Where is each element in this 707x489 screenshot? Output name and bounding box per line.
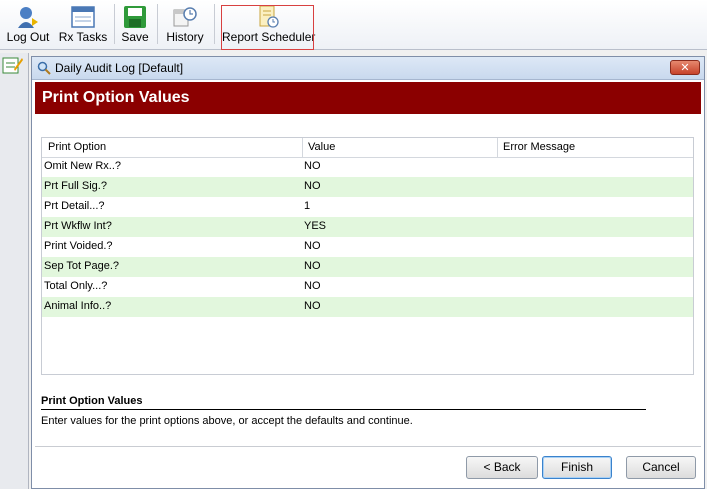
print-option-cell: Print Voided.?	[44, 240, 113, 252]
column-header-error-message[interactable]: Error Message	[503, 141, 575, 153]
print-option-cell: Omit New Rx..?	[44, 160, 122, 172]
description-text: Enter values for the print options above…	[41, 415, 413, 427]
table-row[interactable]: Omit New Rx..? NO	[42, 157, 693, 177]
column-header-value[interactable]: Value	[308, 141, 335, 153]
table-row[interactable]: Total Only...? NO	[42, 277, 693, 297]
column-divider[interactable]	[302, 138, 303, 157]
save-icon	[124, 6, 146, 28]
table-row[interactable]: Prt Wkflw Int? YES	[42, 217, 693, 237]
history-icon	[173, 7, 197, 27]
table-row[interactable]: Print Voided.? NO	[42, 237, 693, 257]
value-cell[interactable]: 1	[304, 200, 310, 212]
dialog-title: Daily Audit Log [Default]	[55, 61, 184, 75]
table-row[interactable]: Animal Info..? NO	[42, 297, 693, 317]
history-label: History	[166, 30, 204, 44]
column-divider[interactable]	[497, 138, 498, 157]
cancel-button[interactable]: Cancel	[626, 456, 696, 479]
daily-audit-log-dialog: Daily Audit Log [Default] ✕ Print Option…	[31, 56, 705, 489]
finish-button[interactable]: Finish	[542, 456, 612, 479]
magnifier-icon	[37, 61, 51, 75]
description-divider	[41, 409, 646, 410]
value-cell[interactable]: NO	[304, 260, 321, 272]
rx-tasks-button[interactable]: Rx Tasks	[58, 2, 108, 46]
toolbar-divider	[114, 4, 115, 44]
log-out-icon	[18, 7, 38, 28]
value-cell[interactable]: NO	[304, 300, 321, 312]
close-icon: ✕	[680, 62, 690, 74]
section-header-title: Print Option Values	[42, 89, 190, 106]
left-side-panel	[0, 53, 29, 489]
toolbar-divider	[214, 4, 215, 44]
dialog-titlebar[interactable]: Daily Audit Log [Default] ✕	[32, 57, 704, 80]
rx-tasks-icon	[71, 6, 95, 28]
value-cell[interactable]: YES	[304, 220, 326, 232]
close-button[interactable]: ✕	[670, 60, 700, 75]
log-out-button[interactable]: Log Out	[4, 2, 52, 46]
grid-header: Print Option Value Error Message	[42, 138, 693, 158]
main-toolbar: Log Out Rx Tasks Save History Report Sch…	[0, 0, 707, 50]
print-option-cell: Prt Full Sig.?	[44, 180, 107, 192]
footer-divider	[35, 446, 701, 447]
log-out-label: Log Out	[6, 30, 50, 44]
print-option-cell: Prt Wkflw Int?	[44, 220, 112, 232]
save-button[interactable]: Save	[118, 2, 152, 46]
value-cell[interactable]: NO	[304, 240, 321, 252]
save-label: Save	[121, 30, 149, 44]
value-cell[interactable]: NO	[304, 160, 321, 172]
history-button[interactable]: History	[162, 2, 208, 46]
print-option-cell: Total Only...?	[44, 280, 108, 292]
print-option-cell: Animal Info..?	[44, 300, 112, 312]
table-row[interactable]: Prt Full Sig.? NO	[42, 177, 693, 197]
edit-notes-icon[interactable]	[2, 55, 24, 75]
print-options-grid: Print Option Value Error Message Omit Ne…	[41, 137, 694, 375]
print-option-cell: Sep Tot Page.?	[44, 260, 120, 272]
section-header: Print Option Values	[35, 82, 701, 114]
rx-tasks-label: Rx Tasks	[58, 30, 108, 44]
table-row[interactable]: Sep Tot Page.? NO	[42, 257, 693, 277]
toolbar-divider	[157, 4, 158, 44]
value-cell[interactable]: NO	[304, 180, 321, 192]
value-cell[interactable]: NO	[304, 280, 321, 292]
print-option-cell: Prt Detail...?	[44, 200, 105, 212]
column-header-print-option[interactable]: Print Option	[48, 141, 106, 153]
back-button[interactable]: < Back	[466, 456, 538, 479]
selection-highlight	[221, 5, 314, 50]
table-row[interactable]: Prt Detail...? 1	[42, 197, 693, 217]
description-title: Print Option Values	[41, 395, 143, 407]
